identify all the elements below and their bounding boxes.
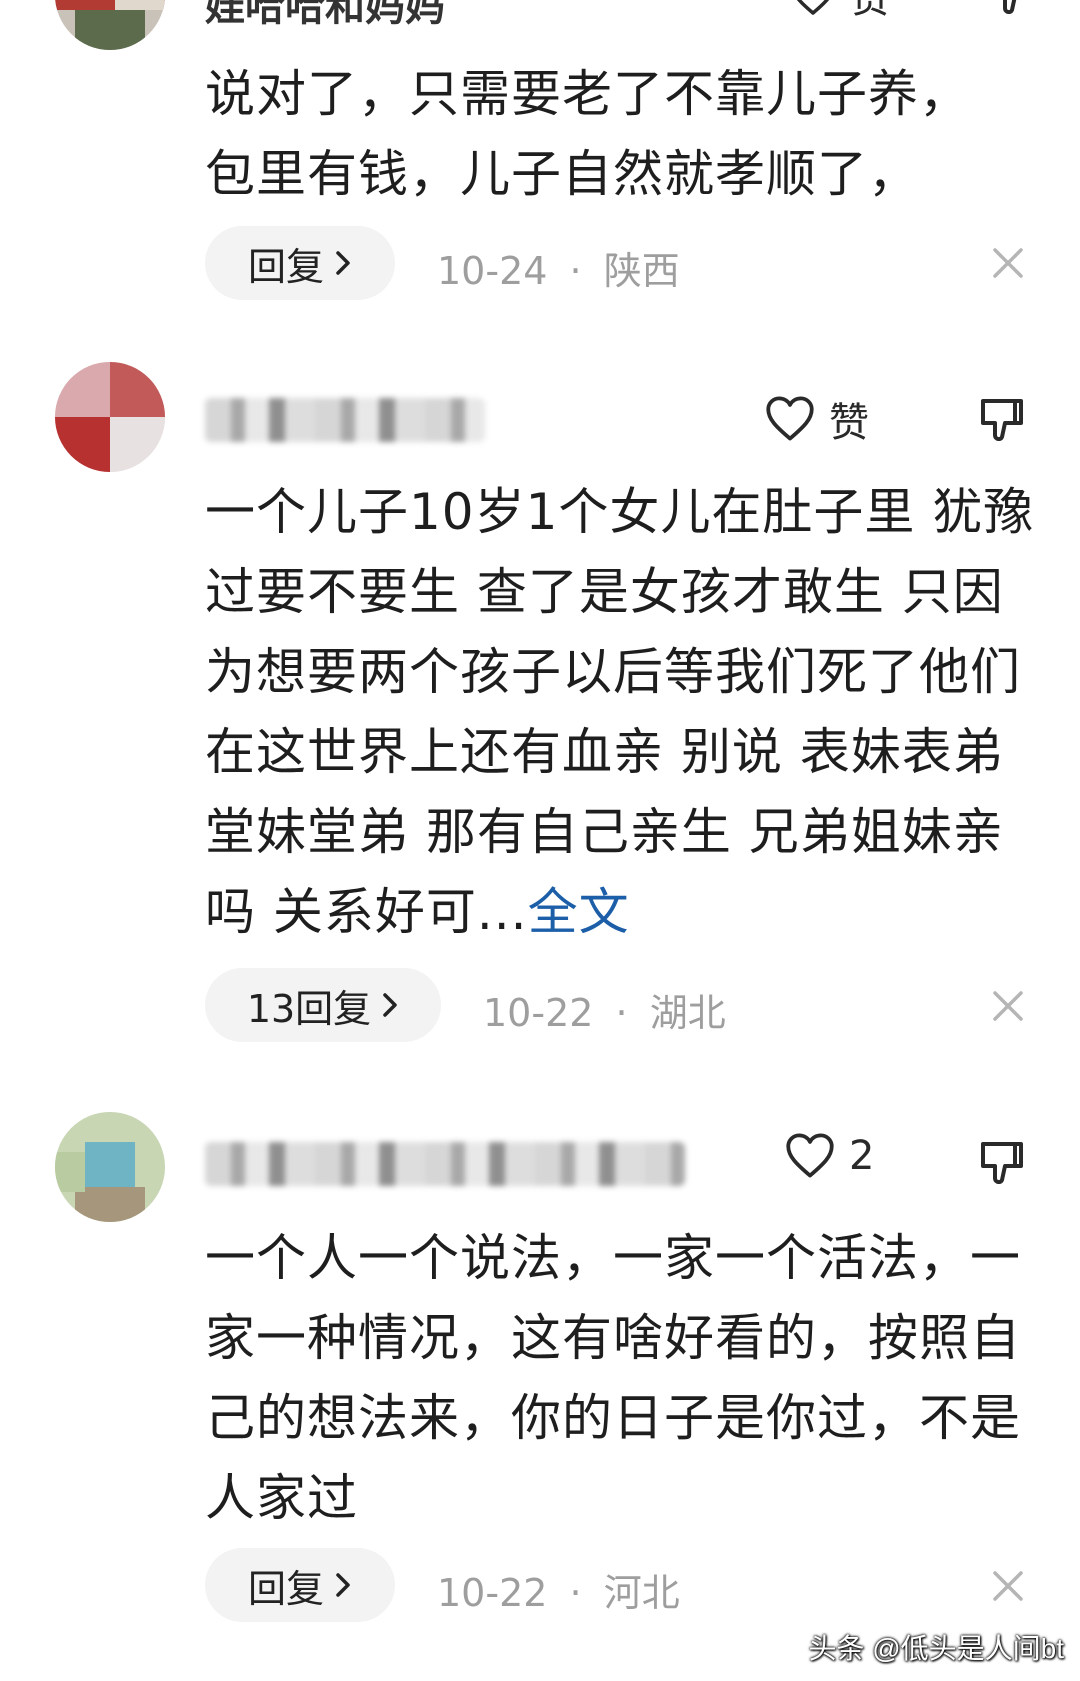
meta-separator: · — [569, 249, 582, 293]
like-label: 赞 — [829, 400, 869, 446]
comment-body: 说对了，只需要老了不靠儿子养，包里有钱，儿子自然就孝顺了， — [205, 65, 970, 203]
like-button[interactable]: 赞 — [765, 390, 869, 448]
close-icon[interactable] — [990, 1568, 1026, 1604]
comment-region: 湖北 — [649, 991, 726, 1035]
thumb-down-icon[interactable] — [985, 0, 1037, 18]
thumb-down-icon[interactable] — [975, 1136, 1027, 1188]
comment-date: 10-22 — [483, 991, 594, 1035]
username-blurred[interactable] — [205, 1142, 685, 1186]
avatar[interactable] — [55, 0, 165, 50]
chevron-right-icon — [336, 251, 350, 275]
comment-meta: 10-22 · 湖北 — [483, 982, 726, 1037]
reply-label: 回复 — [247, 244, 324, 289]
comment-date: 10-22 — [437, 1571, 548, 1615]
close-icon[interactable] — [990, 988, 1026, 1024]
reply-label: 回复 — [247, 1566, 324, 1611]
comment-meta: 10-22 · 河北 — [437, 1562, 680, 1617]
like-button[interactable]: 2 — [785, 1133, 874, 1179]
comment-date: 10-24 — [437, 249, 548, 293]
comment-text: 一个儿子10岁1个女儿在肚子里 犹豫过要不要生 查了是女孩才敢生 只因为想要两个… — [205, 483, 1035, 941]
watermark: 头条 @低头是人间bt — [808, 1633, 1064, 1664]
avatar[interactable] — [55, 1112, 165, 1222]
reply-button[interactable]: 回复 — [205, 226, 395, 300]
meta-separator: · — [569, 1571, 582, 1615]
reply-button[interactable]: 13回复 — [205, 968, 441, 1042]
comment-meta: 10-24 · 陕西 — [437, 240, 680, 295]
username-blurred[interactable] — [205, 398, 485, 442]
chevron-right-icon — [336, 1573, 350, 1597]
close-icon[interactable] — [990, 245, 1026, 281]
username[interactable]: 娃哈哈和妈妈 — [205, 0, 445, 32]
like-button[interactable]: 赞 — [790, 0, 890, 24]
comment-body: 一个人一个说法，一家一个活法，一家一种情况，这有啥好看的，按照自己的想法来，你的… — [205, 1229, 1021, 1527]
reply-button[interactable]: 回复 — [205, 1548, 395, 1622]
chevron-right-icon — [383, 993, 397, 1017]
expand-full-text-link[interactable]: 全文 — [528, 883, 630, 941]
comment-region: 陕西 — [603, 249, 680, 293]
reply-label: 13回复 — [246, 986, 372, 1031]
heart-icon — [786, 1133, 834, 1178]
meta-separator: · — [615, 991, 628, 1035]
heart-icon — [796, 0, 830, 15]
thumb-down-icon[interactable] — [975, 393, 1027, 445]
like-count: 2 — [849, 1133, 875, 1179]
heart-icon — [766, 396, 814, 441]
avatar[interactable] — [55, 362, 165, 472]
comment-region: 河北 — [603, 1571, 680, 1615]
like-label: 赞 — [850, 0, 890, 24]
comment-body: 一个儿子10岁1个女儿在肚子里 犹豫过要不要生 查了是女孩才敢生 只因为想要两个… — [205, 472, 1035, 952]
